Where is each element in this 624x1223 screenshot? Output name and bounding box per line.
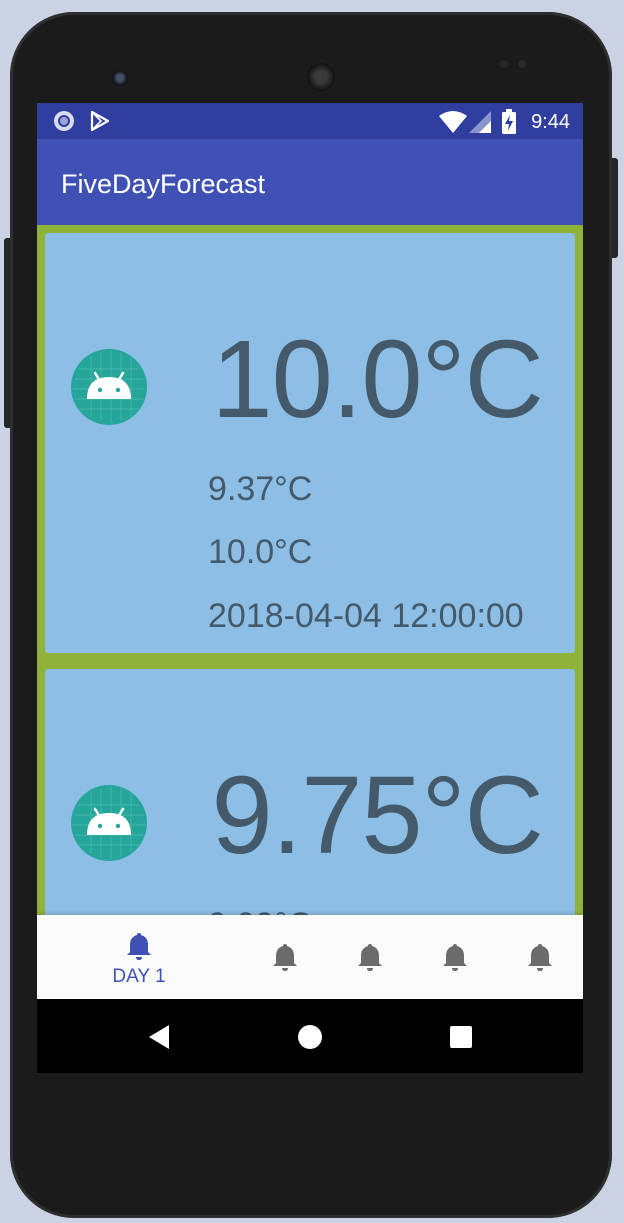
temperature-min: 9.09°C bbox=[208, 905, 312, 915]
forecast-card[interactable]: 9.75°C 9.09°C bbox=[45, 669, 575, 915]
bottom-navigation: DAY 1 bbox=[37, 915, 583, 999]
status-time: 9:44 bbox=[531, 111, 570, 133]
power-button bbox=[612, 158, 618, 258]
front-camera bbox=[112, 70, 128, 86]
nav-label-day-1: DAY 1 bbox=[112, 966, 166, 987]
home-icon[interactable] bbox=[295, 1022, 325, 1052]
notification-circle-icon bbox=[53, 110, 75, 132]
signal-icon bbox=[469, 111, 491, 133]
wifi-icon bbox=[439, 111, 467, 133]
bell-icon bbox=[127, 933, 151, 960]
temperature-min: 9.37°C bbox=[208, 470, 313, 508]
back-icon[interactable] bbox=[145, 1022, 175, 1052]
nav-item-day-3[interactable] bbox=[340, 915, 400, 999]
android-icon bbox=[71, 785, 147, 861]
system-navigation-bar bbox=[37, 999, 583, 1073]
device-screen: 9:44 FiveDayForecast 10.0°C 9.37°C 10.0°… bbox=[37, 103, 583, 1073]
bell-icon bbox=[273, 944, 297, 971]
earpiece-speaker bbox=[307, 63, 335, 91]
nav-item-day-2[interactable] bbox=[255, 915, 315, 999]
proximity-sensor bbox=[500, 60, 508, 68]
current-temperature: 9.75°C bbox=[211, 754, 544, 877]
nav-item-day-1[interactable]: DAY 1 bbox=[69, 915, 209, 999]
status-bar: 9:44 bbox=[37, 103, 583, 139]
app-bar: FiveDayForecast bbox=[37, 139, 583, 225]
nav-item-day-4[interactable] bbox=[425, 915, 485, 999]
recents-icon[interactable] bbox=[446, 1022, 476, 1052]
volume-button bbox=[4, 238, 10, 428]
bell-icon bbox=[358, 944, 382, 971]
battery-charging-icon bbox=[501, 109, 517, 135]
light-sensor bbox=[518, 60, 526, 68]
android-icon bbox=[71, 349, 147, 425]
forecast-card[interactable]: 10.0°C 9.37°C 10.0°C 2018-04-04 12:00:00 bbox=[45, 233, 575, 653]
nav-item-day-5[interactable] bbox=[510, 915, 570, 999]
app-title: FiveDayForecast bbox=[61, 169, 266, 199]
bell-icon bbox=[528, 944, 552, 971]
play-store-icon bbox=[89, 110, 111, 132]
bell-icon bbox=[443, 944, 467, 971]
forecast-datetime: 2018-04-04 12:00:00 bbox=[208, 597, 524, 635]
current-temperature: 10.0°C bbox=[211, 318, 544, 441]
forecast-list[interactable]: 10.0°C 9.37°C 10.0°C 2018-04-04 12:00:00 bbox=[37, 225, 583, 915]
temperature-max: 10.0°C bbox=[208, 533, 313, 571]
